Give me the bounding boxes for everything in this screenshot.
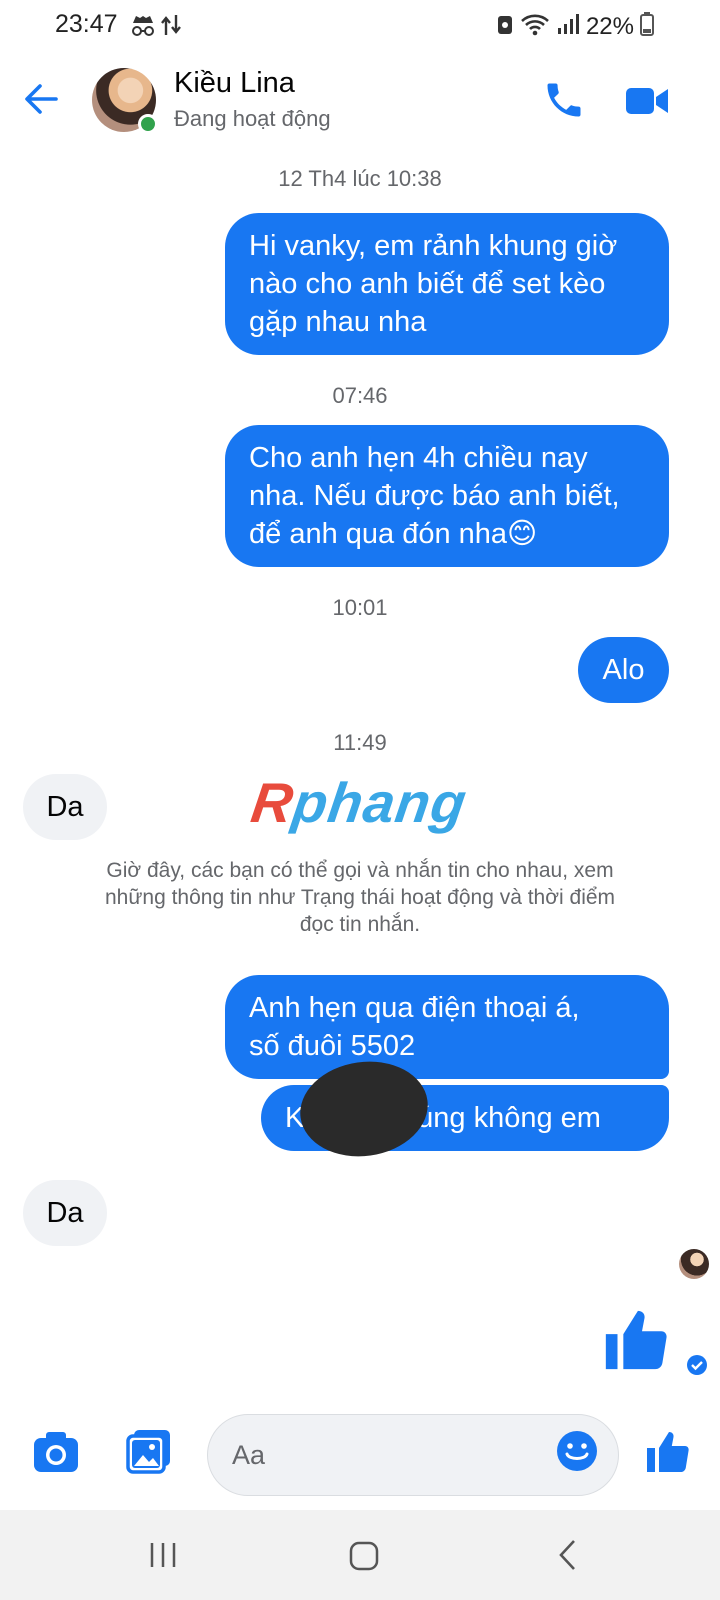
wifi-icon <box>520 12 550 41</box>
thumbs-up-icon[interactable] <box>600 1305 670 1380</box>
message-line: nha. Nếu được báo anh biết, <box>249 480 620 512</box>
like-button[interactable] <box>643 1428 691 1481</box>
status-indicators: 22% <box>496 12 654 41</box>
incoming-message[interactable]: Da <box>23 1180 107 1246</box>
incognito-icon <box>130 14 156 43</box>
system-back-button[interactable] <box>556 1538 578 1577</box>
home-icon <box>349 1541 379 1571</box>
message-line: Cho anh hẹn 4h chiều nay <box>249 442 588 474</box>
status-time: 23:47 <box>55 10 118 38</box>
battery-icon <box>640 12 654 41</box>
battery-percent: 22% <box>585 12 634 40</box>
outgoing-message[interactable]: Hi vanky, em rảnh khung giờ nào cho anh … <box>225 213 669 355</box>
info-line: những thông tin như Trạng thái hoạt động… <box>104 886 616 909</box>
connection-info-notice: Giờ đây, các bạn có thể gọi và nhắn tin … <box>60 857 660 938</box>
voice-call-button[interactable] <box>542 78 586 122</box>
video-camera-icon <box>626 88 668 114</box>
seen-avatar <box>679 1249 709 1279</box>
contact-status: Đang hoạt động <box>174 106 331 131</box>
chevron-left-icon <box>559 1540 575 1570</box>
online-indicator <box>138 114 158 134</box>
camera-icon <box>34 1432 78 1472</box>
system-navigation-bar <box>0 1510 720 1600</box>
watermark-logo: Rphang <box>247 770 471 835</box>
phone-icon <box>547 83 581 117</box>
video-call-button[interactable] <box>624 80 670 120</box>
status-bar: 23:47 22% <box>0 0 720 50</box>
message-composer: Aa <box>0 1410 720 1510</box>
message-timestamp: 12 Th4 lúc 10:38 <box>278 166 442 191</box>
conversation-header: Kiều Lina Đang hoạt động <box>0 60 720 140</box>
message-line: để anh qua đón nha😊 <box>249 518 538 550</box>
recent-apps-icon <box>150 1543 176 1567</box>
message-timestamp: 10:01 <box>332 595 388 620</box>
message-line: Anh hẹn qua điện thoại á, <box>249 992 580 1024</box>
watermark-rest: phang <box>289 771 471 834</box>
message-line: số đuôi 5502 <box>249 1030 416 1062</box>
gallery-button[interactable] <box>126 1428 172 1479</box>
message-timestamp: 11:49 <box>333 730 387 755</box>
message-line: gặp nhau nha <box>249 306 427 338</box>
arrow-left-icon <box>25 84 58 114</box>
data-transfer-icon <box>160 13 182 42</box>
outgoing-message[interactable]: Alo <box>578 637 669 703</box>
message-input-placeholder: Aa <box>232 1440 266 1470</box>
outgoing-message[interactable]: Anh hẹn qua điện thoại á, số đuôi 5502 <box>225 975 669 1079</box>
incoming-message[interactable]: Da <box>23 774 107 840</box>
contact-name[interactable]: Kiều Lina <box>174 67 295 100</box>
camera-button[interactable] <box>32 1430 80 1479</box>
back-button[interactable] <box>20 78 62 120</box>
signal-icon <box>556 12 580 41</box>
outgoing-message[interactable]: Cho anh hẹn 4h chiều nay nha. Nếu được b… <box>225 425 669 567</box>
info-line: Giờ đây, các bạn có thể gọi và nhắn tin … <box>106 859 614 882</box>
vpn-key-icon <box>496 12 514 41</box>
delivered-check-icon <box>686 1354 708 1381</box>
message-line: nào cho anh biết để set kèo <box>249 268 606 300</box>
smiley-icon <box>557 1431 597 1471</box>
message-timestamp: 07:46 <box>332 383 388 408</box>
home-button[interactable] <box>348 1540 380 1577</box>
message-line: Hi vanky, em rảnh khung giờ <box>249 230 618 262</box>
info-line: đọc tin nhắn. <box>299 913 421 936</box>
recent-apps-button[interactable] <box>148 1540 178 1575</box>
thumbs-up-icon <box>647 1432 689 1472</box>
emoji-button[interactable] <box>556 1430 598 1477</box>
image-icon <box>126 1430 170 1474</box>
